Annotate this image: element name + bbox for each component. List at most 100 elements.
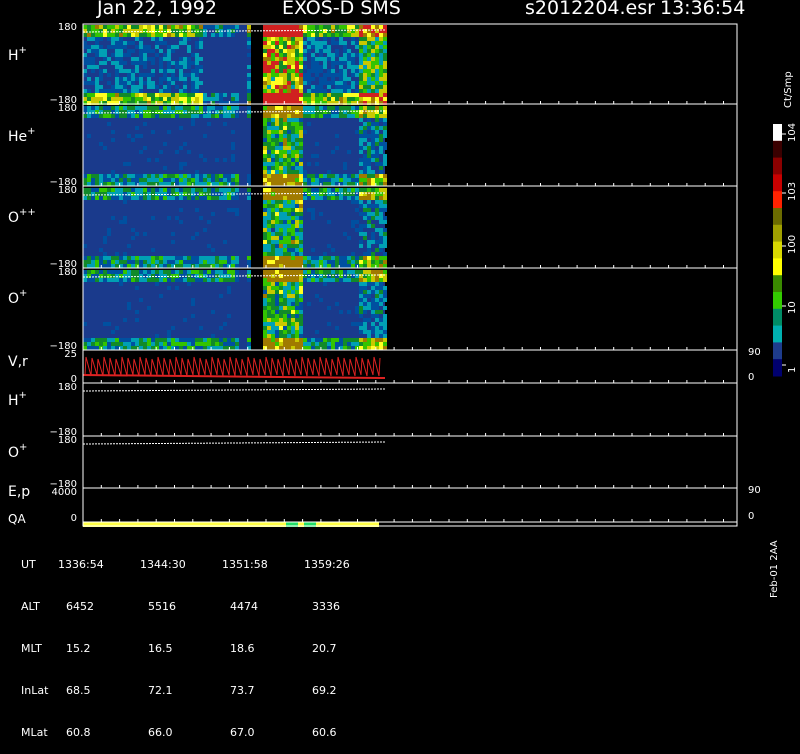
heatmap-cell bbox=[359, 114, 363, 118]
heatmap-cell bbox=[267, 97, 271, 101]
heatmap-cell bbox=[155, 260, 159, 264]
heatmap-cell bbox=[347, 264, 351, 268]
heatmap-cell bbox=[87, 174, 91, 178]
heatmap-cell bbox=[307, 302, 311, 306]
heatmap-cell bbox=[311, 154, 315, 158]
data-gap bbox=[255, 106, 259, 186]
heatmap-cell bbox=[215, 264, 219, 268]
heatmap-cell bbox=[127, 81, 131, 85]
heatmap-cell bbox=[323, 45, 327, 49]
heatmap-cell bbox=[375, 77, 379, 81]
heatmap-cell bbox=[375, 154, 379, 158]
heatmap-cell bbox=[87, 278, 91, 282]
heatmap-cell bbox=[227, 174, 231, 178]
heatmap-cell bbox=[263, 314, 267, 318]
heatmap-cell bbox=[207, 220, 211, 224]
heatmap-cell bbox=[355, 178, 359, 182]
heatmap-cell bbox=[95, 25, 99, 29]
heatmap-cell bbox=[327, 106, 331, 110]
heatmap-cell bbox=[271, 162, 275, 166]
heatmap-cell bbox=[335, 178, 339, 182]
heatmap-cell bbox=[267, 41, 271, 45]
heatmap-cell bbox=[283, 37, 287, 41]
heatmap-cell bbox=[359, 77, 363, 81]
footer-table: UT 1336:54 1344:30 1351:58 1359:26 ALT 6452 55… bbox=[21, 530, 350, 754]
heatmap-cell bbox=[319, 338, 323, 342]
data-gap bbox=[251, 106, 255, 186]
heatmap-cell bbox=[219, 182, 223, 186]
heatmap-cell bbox=[371, 290, 375, 294]
heatmap-cell bbox=[279, 41, 283, 45]
heatmap-cell bbox=[375, 228, 379, 232]
heatmap-cell bbox=[151, 182, 155, 186]
heatmap-cell bbox=[191, 188, 195, 192]
heatmap-cell bbox=[87, 45, 91, 49]
heatmap-cell bbox=[291, 146, 295, 150]
heatmap-cell bbox=[291, 154, 295, 158]
heatmap-cell bbox=[335, 188, 339, 192]
heatmap-cell bbox=[331, 338, 335, 342]
heatmap-cell bbox=[159, 270, 163, 274]
heatmap-cell bbox=[323, 33, 327, 37]
heatmap-cell bbox=[191, 278, 195, 282]
heatmap-cell bbox=[235, 212, 239, 216]
heatmap-cell bbox=[299, 278, 303, 282]
heatmap-cell bbox=[315, 174, 319, 178]
heatmap-cell bbox=[139, 37, 143, 41]
heatmap-cell bbox=[295, 208, 299, 212]
heatmap-cell bbox=[379, 134, 383, 138]
heatmap-cell bbox=[371, 264, 375, 268]
heatmap-cell bbox=[107, 178, 111, 182]
heatmap-cell bbox=[263, 53, 267, 57]
heatmap-cell bbox=[151, 110, 155, 114]
heatmap-cell bbox=[323, 25, 327, 29]
heatmap-cell bbox=[151, 114, 155, 118]
heatmap-cell bbox=[159, 49, 163, 53]
heatmap-cell bbox=[187, 45, 191, 49]
heatmap-cell bbox=[271, 220, 275, 224]
heatmap-cell bbox=[151, 278, 155, 282]
heatmap-cell bbox=[107, 81, 111, 85]
heatmap-cell bbox=[379, 256, 383, 260]
heatmap-cell bbox=[303, 270, 307, 274]
y2-tick-label-bottom: 0 bbox=[748, 511, 754, 522]
heatmap-cell bbox=[319, 89, 323, 93]
heatmap-cell bbox=[307, 81, 311, 85]
heatmap-cell bbox=[159, 114, 163, 118]
heatmap-cell bbox=[367, 252, 371, 256]
heatmap-cell bbox=[295, 216, 299, 220]
heatmap-cell bbox=[299, 232, 303, 236]
heatmap-cell bbox=[279, 154, 283, 158]
heatmap-cell bbox=[347, 192, 351, 196]
heatmap-cell bbox=[267, 260, 271, 264]
heatmap-cell bbox=[207, 188, 211, 192]
heatmap-cell bbox=[107, 264, 111, 268]
y2-tick-label-bottom: 0 bbox=[748, 372, 754, 383]
heatmap-cell bbox=[339, 69, 343, 73]
heatmap-cell bbox=[275, 126, 279, 130]
heatmap-cell bbox=[267, 282, 271, 286]
heatmap-cell bbox=[187, 93, 191, 97]
heatmap-cell bbox=[83, 322, 87, 326]
heatmap-cell bbox=[359, 93, 363, 97]
heatmap-cell bbox=[103, 33, 107, 37]
heatmap-cell bbox=[371, 142, 375, 146]
heatmap-cell bbox=[227, 106, 231, 110]
heatmap-cell bbox=[215, 106, 219, 110]
heatmap-cell bbox=[359, 306, 363, 310]
heatmap-cell bbox=[231, 142, 235, 146]
heatmap-cell bbox=[367, 77, 371, 81]
heatmap-cell bbox=[87, 25, 91, 29]
heatmap-cell bbox=[331, 53, 335, 57]
heatmap-cell bbox=[167, 25, 171, 29]
heatmap-cell bbox=[371, 232, 375, 236]
heatmap-cell bbox=[295, 41, 299, 45]
heatmap-cell bbox=[291, 236, 295, 240]
heatmap-cell bbox=[331, 65, 335, 69]
heatmap-cell bbox=[299, 212, 303, 216]
heatmap-cell bbox=[283, 342, 287, 346]
heatmap-cell bbox=[159, 41, 163, 45]
heatmap-cell bbox=[299, 224, 303, 228]
heatmap-cell bbox=[359, 270, 363, 274]
heatmap-cell bbox=[119, 25, 123, 29]
